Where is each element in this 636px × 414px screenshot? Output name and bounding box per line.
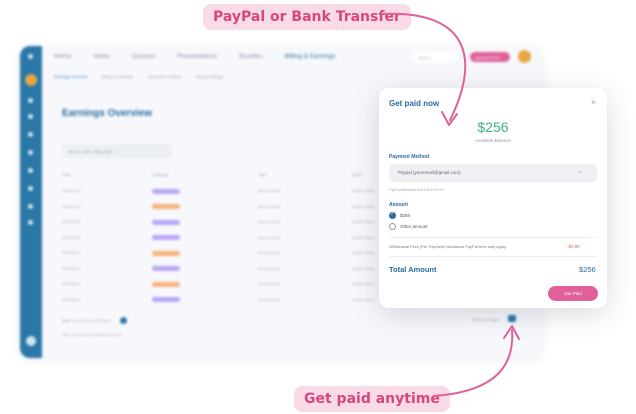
arrow-to-amount-head <box>441 111 458 126</box>
arrow-to-pager <box>433 329 514 397</box>
arrow-to-amount <box>381 12 467 121</box>
callout-arrows <box>381 12 520 397</box>
